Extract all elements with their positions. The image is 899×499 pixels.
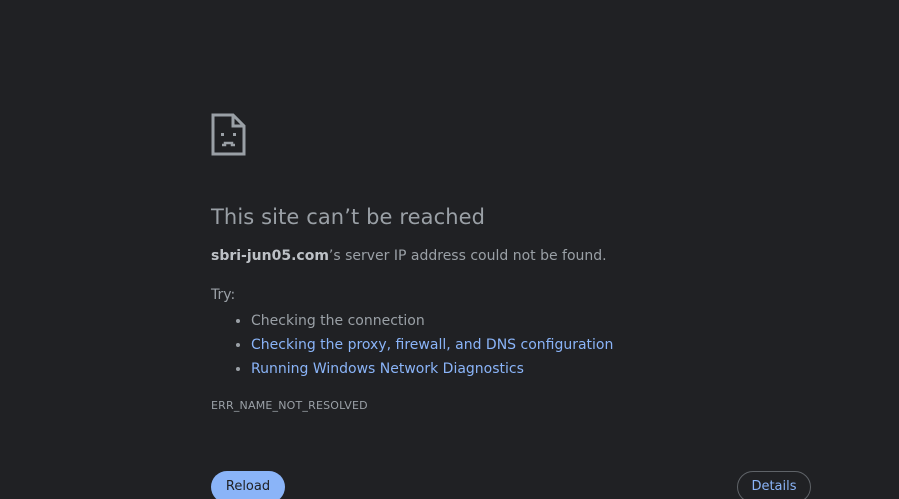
error-page: This site can’t be reached sbri-jun05.co… [0, 0, 899, 499]
suggestion-check-connection: Checking the connection [251, 309, 811, 333]
network-diagnostics-link[interactable]: Running Windows Network Diagnostics [251, 361, 524, 377]
error-domain: sbri-jun05.com [211, 248, 329, 264]
check-proxy-link[interactable]: Checking the proxy, firewall, and DNS co… [251, 337, 613, 353]
details-button[interactable]: Details [737, 471, 811, 499]
suggestions-list: Checking the connection Checking the pro… [211, 309, 811, 381]
error-description: sbri-jun05.com’s server IP address could… [211, 246, 811, 266]
error-content: This site can’t be reached sbri-jun05.co… [211, 113, 811, 414]
suggestion-check-proxy: Checking the proxy, firewall, and DNS co… [251, 333, 811, 357]
error-title: This site can’t be reached [211, 205, 486, 229]
try-label: Try: [211, 287, 236, 303]
error-code: ERR_NAME_NOT_RESOLVED [211, 399, 368, 412]
suggestion-network-diagnostics: Running Windows Network Diagnostics [251, 357, 811, 381]
sad-document-icon [211, 113, 246, 156]
error-description-suffix: ’s server IP address could not be found. [328, 248, 607, 264]
reload-button[interactable]: Reload [211, 471, 285, 499]
